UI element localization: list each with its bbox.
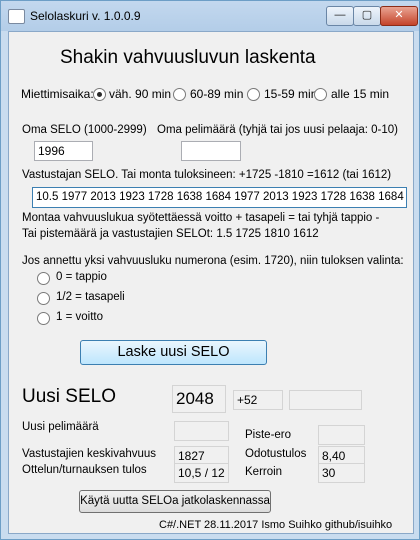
- point-diff-label: Piste-ero: [245, 429, 292, 441]
- result-draw-label: 1/2 = tasapeli: [56, 291, 125, 303]
- maximize-button[interactable]: ▢: [353, 6, 381, 26]
- own-selo-input[interactable]: 1996: [34, 141, 93, 161]
- selo-extra-value: [289, 390, 362, 410]
- match-score-value: 10,5 / 12: [174, 463, 229, 483]
- result-win-label: 1 = voitto: [56, 311, 103, 323]
- new-games-value: [174, 421, 229, 441]
- time-90-label: väh. 90 min: [109, 87, 172, 101]
- result-loss-label: 0 = tappio: [56, 271, 107, 283]
- avg-strength-label: Vastustajien keskivahvuus: [22, 448, 157, 460]
- time-under-15-label: alle 15 min: [331, 87, 390, 101]
- result-label: Jos annettu yksi vahvuusluku numerona (e…: [22, 255, 404, 267]
- opponents-input[interactable]: 10.5 1977 2013 1923 1728 1638 1684 1977 …: [32, 187, 407, 208]
- result-loss-radio[interactable]: [37, 272, 50, 285]
- close-button[interactable]: ✕: [380, 6, 418, 26]
- opponents-help-1: Montaa vahvuuslukua syötettäessä voitto …: [22, 212, 380, 224]
- own-selo-label: Oma SELO (1000-2999): [22, 124, 147, 136]
- match-score-label: Ottelun/turnauksen tulos: [22, 464, 147, 476]
- app-window: Selolaskuri v. 1.0.0.9 — ▢ ✕ Shakin vahv…: [0, 0, 420, 540]
- form-client-area: Shakin vahvuusluvun laskenta Miettimisai…: [8, 31, 414, 534]
- selo-change-value: +52: [233, 390, 283, 410]
- footer-credits: C#/.NET 28.11.2017 Ismo Suihko github/is…: [159, 519, 393, 531]
- factor-label: Kerroin: [245, 466, 283, 478]
- page-title: Shakin vahvuusluvun laskenta: [60, 47, 316, 68]
- time-90-radio[interactable]: [93, 88, 106, 101]
- time-60-89-label: 60-89 min: [190, 87, 244, 101]
- new-games-label: Uusi pelimäärä: [22, 421, 99, 433]
- time-control-label: Miettimisaika:: [21, 87, 94, 101]
- own-games-input[interactable]: [181, 141, 241, 161]
- result-win-radio[interactable]: [37, 312, 50, 325]
- new-selo-value: 2048: [172, 385, 226, 413]
- factor-value: 30: [318, 463, 365, 483]
- own-games-label: Oma pelimäärä (tyhjä tai jos uusi pelaaj…: [157, 124, 398, 136]
- opponents-help-2: Tai pistemäärä ja vastustajien SELOt: 1.…: [22, 228, 319, 240]
- calculate-button[interactable]: Laske uusi SELO: [80, 340, 267, 365]
- continue-button[interactable]: Käytä uutta SELOa jatkolaskennassa: [79, 490, 271, 513]
- time-under-15-radio[interactable]: [314, 88, 327, 101]
- time-15-59-radio[interactable]: [247, 88, 260, 101]
- point-diff-value: [318, 425, 365, 445]
- expected-score-label: Odotustulos: [245, 448, 307, 460]
- result-draw-radio[interactable]: [37, 292, 50, 305]
- minimize-button[interactable]: —: [326, 6, 354, 26]
- app-icon: [8, 9, 25, 24]
- title-bar[interactable]: Selolaskuri v. 1.0.0.9 — ▢ ✕: [1, 1, 419, 31]
- time-60-89-radio[interactable]: [173, 88, 186, 101]
- new-selo-label: Uusi SELO: [22, 386, 116, 407]
- window-title: Selolaskuri v. 1.0.0.9: [30, 9, 141, 23]
- time-15-59-label: 15-59 min: [264, 87, 318, 101]
- opponents-label: Vastustajan SELO. Tai monta tuloksineen:…: [22, 169, 392, 181]
